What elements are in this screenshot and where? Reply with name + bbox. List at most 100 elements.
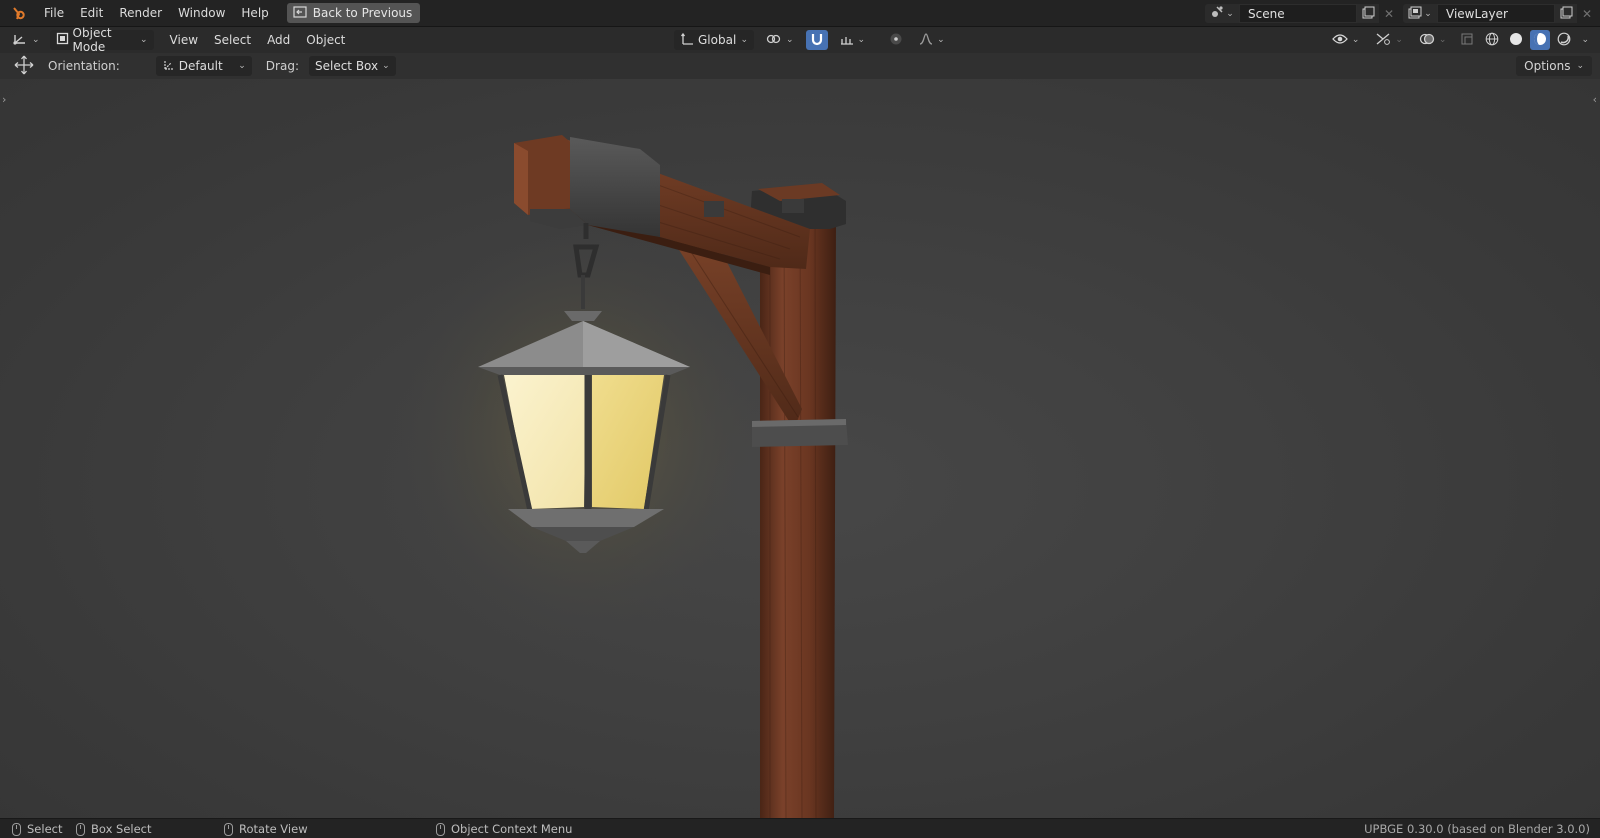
visibility-dropdown[interactable]: ⌄ [1326, 30, 1366, 50]
rendered-shading-button[interactable] [1554, 30, 1574, 50]
orientation-dropdown[interactable]: Default ⌄ [155, 56, 252, 76]
mode-dropdown[interactable]: Object Mode ⌄ [49, 26, 154, 54]
duplicate-icon [1560, 6, 1573, 22]
drag-dropdown[interactable]: Select Box ⌄ [308, 56, 396, 76]
object-mode-icon [56, 32, 69, 48]
mode-label: Object Mode [72, 26, 112, 54]
view-layer-browse-button[interactable]: ⌄ [1403, 4, 1437, 23]
status-box-select-label: Box Select [91, 822, 152, 836]
lamp-post-render [392, 135, 848, 818]
menu-help[interactable]: Help [233, 2, 276, 24]
mouse-left-icon [12, 822, 21, 836]
chevron-down-icon: ⌄ [32, 35, 40, 45]
orientation-default-icon [162, 58, 175, 74]
viewport-header: ⌄ Object Mode ⌄ View Select Add Object G… [0, 26, 1600, 54]
view-layer-name-field[interactable]: ViewLayer [1437, 4, 1555, 23]
drag-label: Drag: [265, 59, 299, 73]
overlay-circles-icon [1419, 32, 1435, 49]
eye-icon [1331, 33, 1348, 48]
chevron-down-icon: ⌄ [1581, 35, 1589, 45]
viewport-display-controls: ⌄ ⌄ ⌄ ⌄ [1326, 30, 1592, 50]
view-layer-selector: ⌄ ViewLayer ✕ [1403, 4, 1597, 23]
wireframe-shading-button[interactable] [1482, 30, 1502, 50]
delete-view-layer-button[interactable]: ✕ [1577, 4, 1597, 23]
close-icon: ✕ [1383, 6, 1395, 21]
xray-icon [1460, 32, 1474, 49]
snap-toggle[interactable] [805, 30, 828, 50]
solid-sphere-icon [1509, 32, 1523, 49]
app-logo-icon[interactable] [10, 4, 28, 22]
overlays-dropdown[interactable]: ⌄ [1413, 30, 1453, 50]
header-menu-add[interactable]: Add [259, 29, 298, 51]
snap-target-dropdown[interactable]: ⌄ [834, 30, 872, 50]
status-context-menu-label: Object Context Menu [451, 822, 573, 836]
solid-shading-button[interactable] [1506, 30, 1526, 50]
xray-toggle[interactable] [1456, 30, 1478, 50]
transform-orientation-label: Global [698, 33, 737, 47]
back-screen-icon [293, 5, 307, 21]
mouse-middle-icon [224, 822, 233, 836]
proportional-dot-icon [889, 32, 903, 49]
tool-settings-bar: Orientation: Default ⌄ Drag: Select Box … [0, 53, 1600, 79]
orientation-label: Orientation: [48, 59, 120, 73]
proportional-editing-toggle[interactable] [885, 30, 907, 50]
status-context-menu-hint: Object Context Menu [436, 822, 572, 836]
shading-options-dropdown[interactable]: ⌄ [1578, 30, 1592, 50]
scene-name-field[interactable]: Scene [1239, 4, 1357, 23]
status-select-label: Select [27, 822, 63, 836]
new-view-layer-button[interactable] [1555, 4, 1577, 23]
mouse-right-icon [436, 822, 445, 836]
chevron-down-icon: ⌄ [1576, 61, 1584, 71]
close-icon: ✕ [1581, 6, 1593, 21]
chevron-down-icon: ⌄ [1438, 35, 1447, 45]
snap-increment-icon [840, 32, 854, 49]
menu-edit[interactable]: Edit [72, 2, 111, 24]
header-menu-select[interactable]: Select [206, 29, 259, 51]
scene-icon [1210, 5, 1224, 22]
chevron-down-icon: ⌄ [937, 35, 945, 45]
menu-window[interactable]: Window [170, 2, 233, 24]
status-select-hint: Select [12, 822, 62, 836]
mouse-drag-icon [76, 822, 85, 836]
axis-gizmo-icon [12, 32, 28, 49]
status-rotate-view-label: Rotate View [239, 822, 308, 836]
version-label: UPBGE 0.30.0 (based on Blender 3.0.0) [1364, 822, 1590, 836]
new-scene-button[interactable] [1357, 4, 1379, 23]
gizmo-dropdown[interactable]: ⌄ [1369, 30, 1409, 50]
header-menu-object[interactable]: Object [298, 29, 353, 51]
chevron-down-icon: ⌄ [140, 35, 148, 45]
proportional-falloff-dropdown[interactable]: ⌄ [913, 30, 951, 50]
options-dropdown[interactable]: Options ⌄ [1516, 56, 1592, 76]
transform-controls: Global ⌄ ⌄ ⌄ ⌄ [674, 30, 951, 50]
chevron-down-icon: ⌄ [1424, 8, 1432, 19]
pivot-point-dropdown[interactable]: ⌄ [760, 30, 800, 50]
drag-value: Select Box [314, 59, 379, 73]
falloff-curve-icon [919, 32, 933, 49]
chevron-down-icon: ⌄ [1351, 35, 1360, 45]
move-tool-icon[interactable] [14, 55, 34, 78]
chevron-down-icon: ⌄ [786, 35, 794, 45]
status-bar: Select Box Select Rotate View Object Con… [0, 818, 1600, 838]
header-menu-view[interactable]: View [162, 29, 206, 51]
menu-render[interactable]: Render [111, 2, 170, 24]
scene-browse-button[interactable]: ⌄ [1205, 4, 1239, 23]
back-to-previous-button[interactable]: Back to Previous [286, 3, 421, 23]
wireframe-sphere-icon [1485, 32, 1499, 49]
scene-selector: ⌄ Scene ✕ [1205, 4, 1399, 23]
material-sphere-icon [1533, 32, 1547, 49]
orientation-axes-icon [680, 32, 694, 49]
material-preview-shading-button[interactable] [1530, 30, 1551, 50]
transform-orientation-dropdown[interactable]: Global ⌄ [674, 30, 754, 50]
chevron-down-icon: ⌄ [382, 61, 390, 71]
status-box-select-hint: Box Select [76, 822, 152, 836]
orientation-value: Default [178, 59, 223, 73]
pivot-link-icon [766, 32, 782, 49]
3d-viewport[interactable]: › ‹ [0, 79, 1600, 818]
delete-scene-button[interactable]: ✕ [1379, 4, 1399, 23]
options-label: Options [1524, 59, 1571, 73]
editor-type-button[interactable]: ⌄ [6, 30, 46, 50]
rendered-sphere-icon [1557, 32, 1571, 49]
menu-file[interactable]: File [36, 2, 72, 24]
duplicate-icon [1362, 6, 1375, 22]
chevron-down-icon: ⌄ [857, 35, 866, 45]
